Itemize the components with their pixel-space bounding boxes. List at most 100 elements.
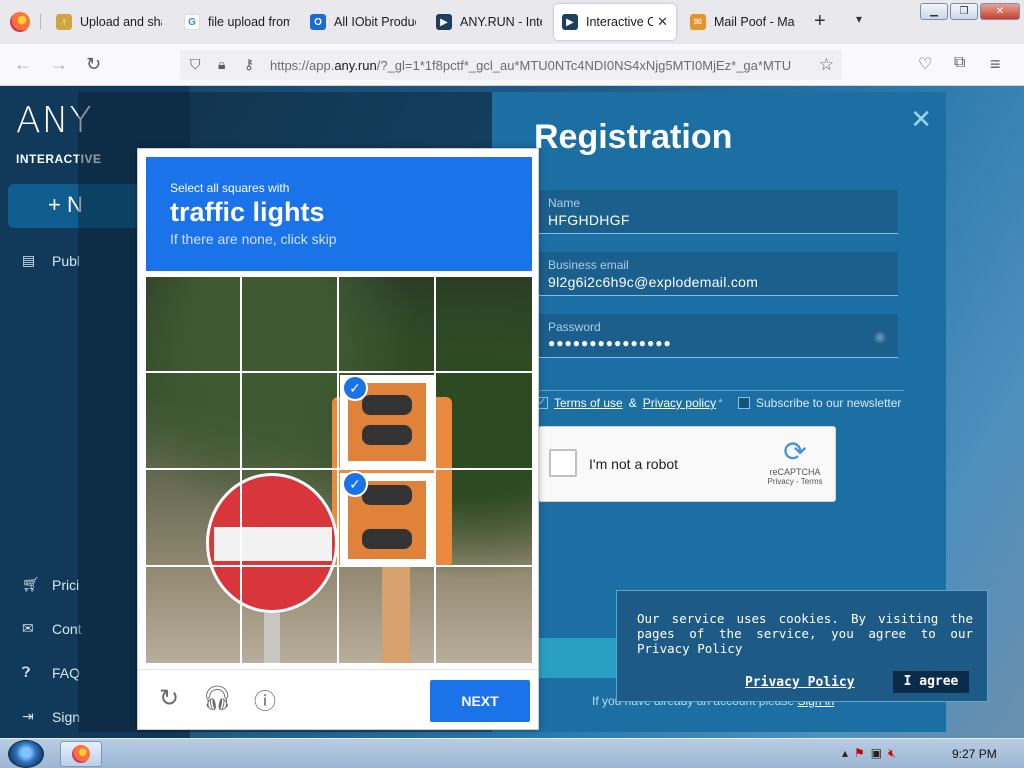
system-tray: ▴ ⚑ ▣ 🔇︎ — [842, 746, 896, 761]
tab-google[interactable]: G file upload from — [176, 4, 298, 40]
captcha-tile[interactable] — [339, 470, 436, 567]
browser-tabstrip: ↑ Upload and sha G file upload from O Al… — [0, 0, 1024, 44]
captcha-tile[interactable] — [436, 567, 533, 664]
cookie-text: Our service uses cookies. By visiting th… — [637, 611, 973, 656]
signin-icon: ⇥ — [22, 708, 34, 724]
captcha-tile[interactable] — [243, 277, 340, 374]
captcha-tile[interactable] — [436, 374, 533, 471]
firefox-icon[interactable] — [10, 12, 30, 32]
sidebar-item-contact[interactable]: ✉ Cont — [22, 620, 82, 637]
recaptcha-checkbox[interactable] — [549, 449, 577, 477]
password-field[interactable]: Password ●●●●●●●●●●●●●●● ◉ — [538, 314, 898, 358]
headphones-icon[interactable]: 🎧︎ — [202, 684, 232, 713]
tab-mailpoof[interactable]: ✉ Mail Poof - Ma — [682, 4, 804, 40]
clock[interactable]: 9:27 PM — [952, 747, 997, 761]
captcha-tile[interactable] — [243, 374, 340, 471]
network-icon[interactable]: ▣ — [871, 746, 882, 761]
url-bar[interactable]: ⛉ 🔒︎ ⚷ https://app.any.run/?_gl=1*1f8pct… — [180, 50, 842, 80]
captcha-tile[interactable] — [146, 374, 243, 471]
cookie-banner: Our service uses cookies. By visiting th… — [616, 590, 988, 702]
sidebar-item-label: Publ — [52, 252, 81, 269]
browser-navbar: ← → ↻ ⛉ 🔒︎ ⚷ https://app.any.run/?_gl=1*… — [0, 44, 1024, 86]
email-label: Business email — [548, 258, 629, 272]
lock-icon[interactable]: 🔒︎ — [218, 56, 225, 73]
url-domain: any.run — [334, 58, 377, 73]
window-controls: ▁ ❐ ✕ — [920, 3, 1020, 20]
tab-separator — [40, 14, 41, 30]
captcha-tile[interactable] — [339, 567, 436, 664]
next-button[interactable]: NEXT — [430, 680, 530, 722]
sidebar-item-label: Prici — [52, 576, 80, 593]
eye-icon[interactable]: ◉ — [874, 328, 886, 345]
captcha-tile[interactable] — [243, 470, 340, 567]
windows-taskbar: ▴ ⚑ ▣ 🔇︎ 9:27 PM — [0, 738, 1024, 768]
forward-icon[interactable]: → — [50, 54, 68, 75]
url-text[interactable]: https://app.any.run/?_gl=1*1f8pctf*_gcl_… — [270, 58, 810, 73]
captcha-tile[interactable] — [146, 470, 243, 567]
reload-icon[interactable]: ↻ — [86, 54, 101, 75]
name-field[interactable]: Name HFGHDHGF — [538, 190, 898, 234]
volume-icon[interactable]: 🔇︎ — [888, 746, 896, 761]
tab-upload[interactable]: ↑ Upload and sha — [48, 4, 170, 40]
recaptcha-logo: ⟳ reCAPTCHA Privacy - Terms — [765, 436, 825, 487]
newsletter-checkbox[interactable] — [738, 397, 750, 409]
shield-icon[interactable]: ⛉ — [190, 56, 201, 73]
terms-row: ✓ Terms of use & Privacy policy * — [536, 396, 723, 410]
captcha-tile[interactable] — [436, 470, 533, 567]
recaptcha-links[interactable]: Privacy - Terms — [765, 477, 825, 486]
info-icon[interactable]: ⓘ — [250, 684, 280, 716]
pocket-icon[interactable]: ♡ — [918, 54, 932, 74]
permissions-icon[interactable]: ⚷ — [244, 56, 254, 73]
registration-title: Registration — [534, 118, 733, 156]
mail-icon: ✉ — [690, 14, 706, 30]
password-label: Password — [548, 320, 601, 334]
captcha-tile[interactable] — [339, 374, 436, 471]
privacy-link[interactable]: Privacy policy — [643, 396, 716, 410]
flag-icon[interactable]: ⚑ — [854, 746, 865, 761]
captcha-challenge: Select all squares with traffic lights I… — [137, 148, 539, 730]
new-tab-icon[interactable]: + — [814, 10, 826, 33]
upload-icon: ↑ — [56, 14, 72, 30]
minimize-icon[interactable]: ▁ — [920, 3, 948, 20]
close-icon[interactable]: ✕ — [910, 104, 932, 135]
menu-icon[interactable]: ≡ — [990, 54, 1001, 75]
sidebar-item-pricing[interactable]: 🛒︎ Prici — [22, 576, 79, 593]
captcha-instruction: Select all squares with — [170, 181, 290, 195]
close-tab-icon[interactable]: ✕ — [657, 14, 668, 30]
tab-anyrun[interactable]: ▶ ANY.RUN - Inte — [428, 4, 550, 40]
close-window-icon[interactable]: ✕ — [980, 3, 1020, 20]
captcha-tile[interactable] — [243, 567, 340, 664]
chevron-down-icon[interactable]: ▾ — [856, 12, 862, 26]
captcha-tile[interactable] — [339, 277, 436, 374]
anyrun-icon: ▶ — [562, 14, 578, 30]
tab-iobit[interactable]: O All IObit Produc — [302, 4, 424, 40]
back-icon[interactable]: ← — [14, 54, 32, 75]
password-value: ●●●●●●●●●●●●●●● — [548, 336, 672, 350]
recaptcha-arrows-icon: ⟳ — [783, 436, 807, 467]
tab-interactive-active[interactable]: ▶ Interactive O ✕ — [554, 4, 676, 40]
extensions-icon[interactable]: ⧉ — [954, 54, 965, 72]
tab-label: ANY.RUN - Inte — [460, 15, 542, 29]
email-field[interactable]: Business email 9l2g6i2c6h9c@explodemail.… — [538, 252, 898, 296]
taskbar-firefox[interactable] — [60, 741, 102, 767]
iobit-icon: O — [310, 14, 326, 30]
start-button-icon[interactable] — [8, 740, 44, 768]
document-icon: ▤ — [22, 252, 36, 268]
captcha-tile[interactable] — [146, 277, 243, 374]
newsletter-row: Subscribe to our newsletter — [738, 396, 901, 410]
terms-link[interactable]: Terms of use — [554, 396, 623, 410]
maximize-icon[interactable]: ❐ — [950, 3, 978, 20]
captcha-tile[interactable] — [146, 567, 243, 664]
ampersand: & — [628, 396, 637, 410]
agree-button[interactable]: I agree — [893, 671, 969, 693]
sidebar-item-faq[interactable]: ❓︎ FAQ — [22, 664, 80, 681]
captcha-tile[interactable] — [436, 277, 533, 374]
tray-arrow-icon[interactable]: ▴ — [842, 746, 848, 761]
bookmark-star-icon[interactable]: ☆ — [819, 55, 834, 75]
privacy-policy-link[interactable]: Privacy Policy — [745, 675, 855, 690]
recaptcha-brand: reCAPTCHA — [769, 467, 821, 477]
captcha-header: Select all squares with traffic lights I… — [146, 157, 532, 271]
sidebar-item-signin[interactable]: ⇥ Sign — [22, 708, 80, 725]
reload-icon[interactable]: ↻ — [154, 684, 184, 713]
sidebar-item-public[interactable]: ▤ Publ — [22, 252, 80, 269]
